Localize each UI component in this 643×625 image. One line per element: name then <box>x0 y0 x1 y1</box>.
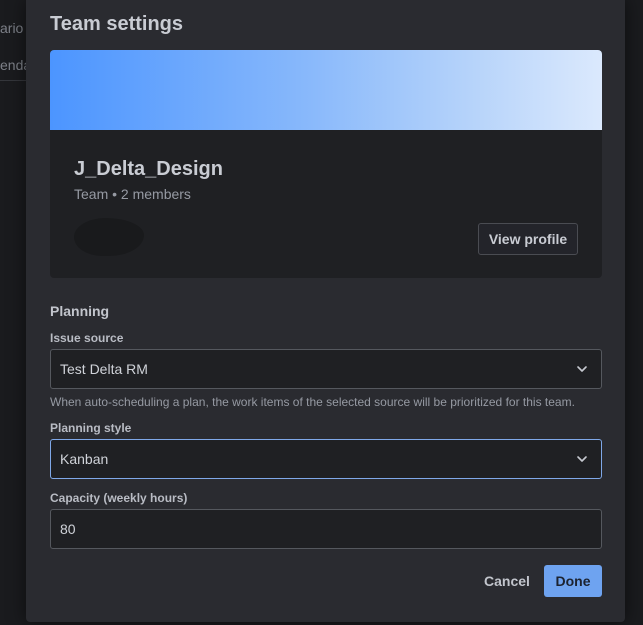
chevron-down-icon <box>577 456 587 462</box>
planning-style-value: Kanban <box>60 451 109 467</box>
team-name: J_Delta_Design <box>74 158 223 180</box>
team-banner <box>50 50 602 130</box>
team-settings-dialog: Team settings J_Delta_Design Team • 2 me… <box>26 0 625 622</box>
issue-source-select[interactable]: Test Delta RM <box>50 349 602 389</box>
issue-source-value: Test Delta RM <box>60 361 148 377</box>
team-card: J_Delta_Design Team • 2 members View pro… <box>50 50 602 278</box>
done-button[interactable]: Done <box>544 565 602 597</box>
planning-style-label: Planning style <box>50 421 132 435</box>
dialog-title: Team settings <box>50 13 183 35</box>
issue-source-helper-text: When auto-scheduling a plan, the work it… <box>50 395 575 409</box>
member-avatars <box>74 218 144 256</box>
capacity-label: Capacity (weekly hours) <box>50 491 188 505</box>
background-text-fragment: ario <box>0 20 24 36</box>
cancel-button[interactable]: Cancel <box>476 565 538 597</box>
capacity-input[interactable] <box>50 509 602 549</box>
view-profile-button[interactable]: View profile <box>478 223 578 255</box>
planning-style-select[interactable]: Kanban <box>50 439 602 479</box>
team-member-count: Team • 2 members <box>74 186 191 202</box>
issue-source-label: Issue source <box>50 331 124 345</box>
background-divider <box>0 80 26 81</box>
chevron-down-icon <box>577 366 587 372</box>
planning-heading: Planning <box>50 303 110 319</box>
